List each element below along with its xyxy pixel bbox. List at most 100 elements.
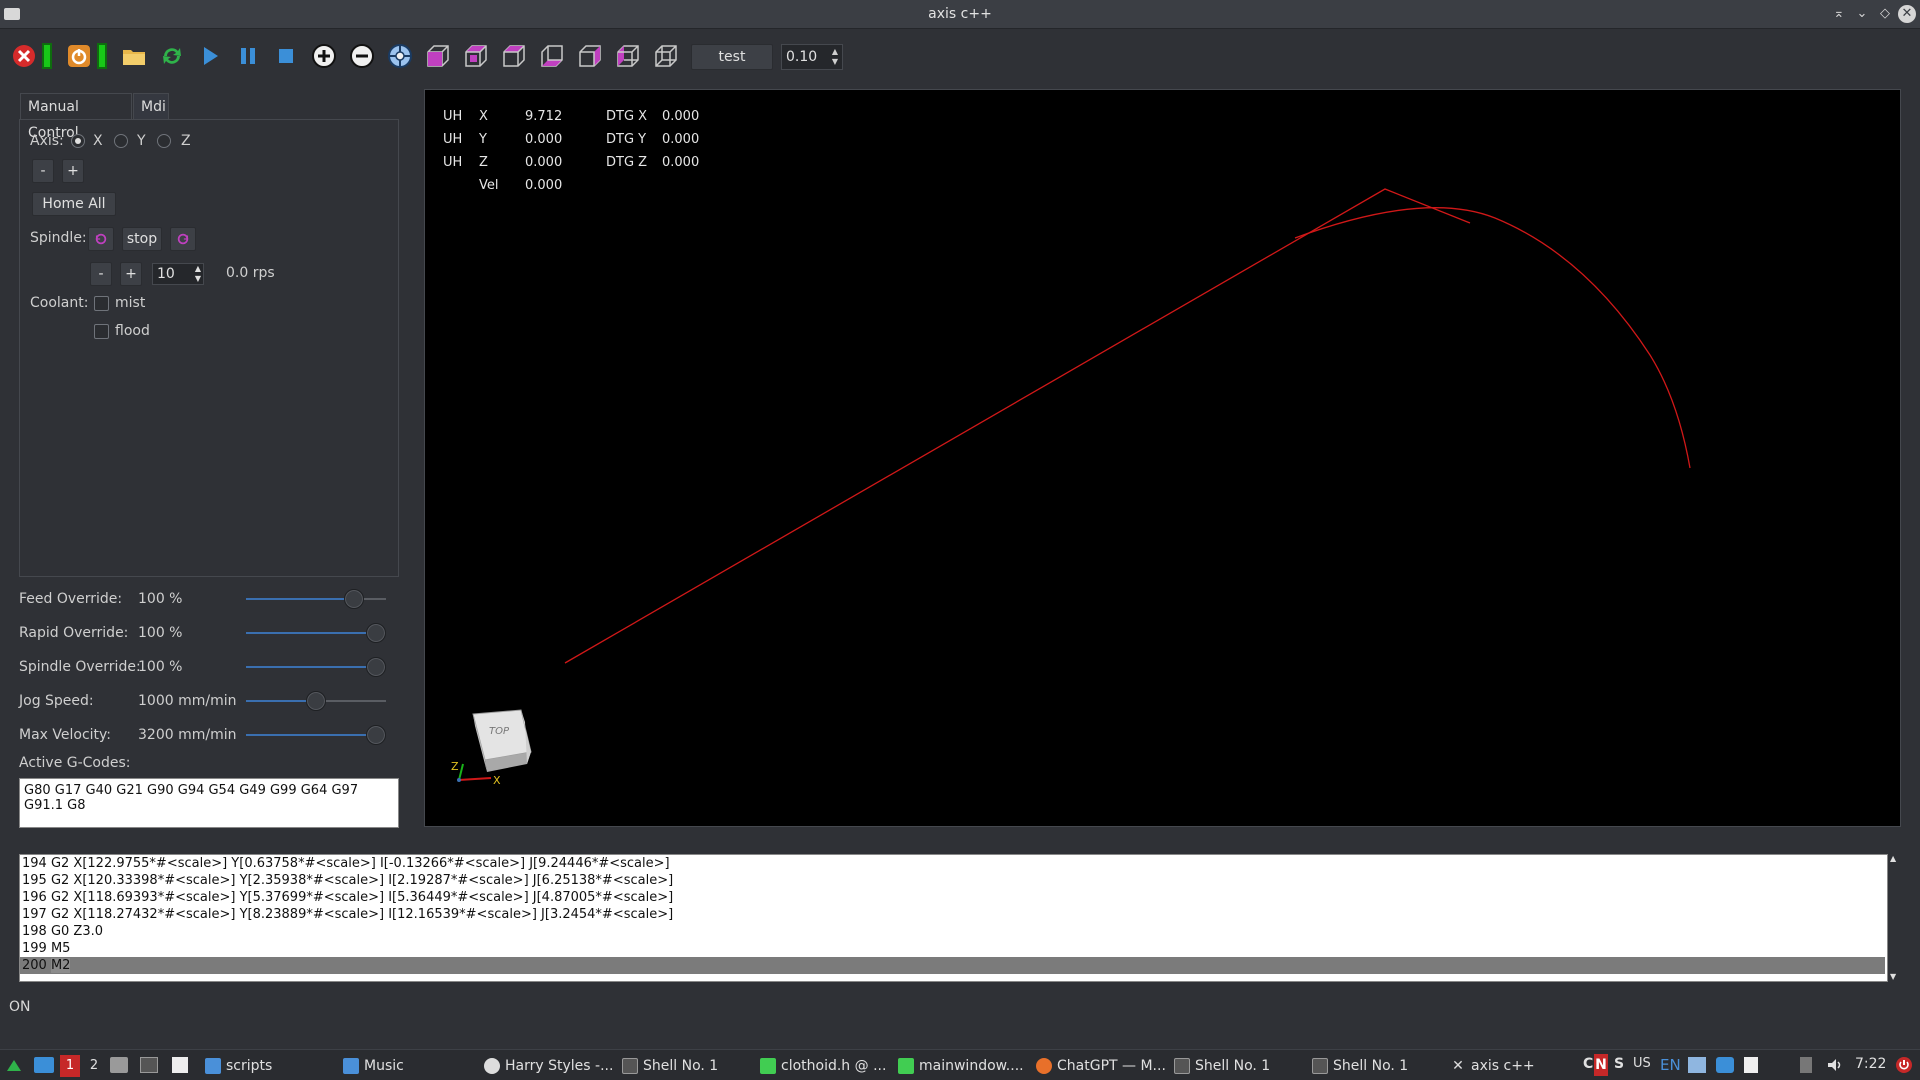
view-left-button[interactable] [613,41,643,71]
axis-label: Axis: [30,133,64,149]
text-editor-icon[interactable] [172,1057,188,1073]
tray-s[interactable]: S [1614,1056,1624,1072]
estop-icon [13,45,35,67]
dropbox-icon[interactable] [1716,1057,1734,1073]
spindle-ccw-button[interactable] [88,227,114,251]
keep-above-icon[interactable]: ⌅ [1830,5,1848,23]
qt-creator-icon [760,1058,776,1074]
list-item[interactable]: 196 G2 X[118.69393*#<scale>] Y[5.37699*#… [22,889,673,906]
spin-up-icon[interactable]: ▲ [830,47,840,57]
power-icon [68,45,90,67]
scroll-up-icon[interactable]: ▲ [1890,854,1896,863]
zoom-fit-button[interactable] [385,41,415,71]
axis-z-radio[interactable] [157,134,171,148]
slider-handle[interactable] [344,589,364,609]
taskbar-item-harry-styles[interactable]: Harry Styles -... [484,1056,613,1076]
battery-icon[interactable] [1800,1057,1812,1073]
spindle-minus-button[interactable]: - [90,262,112,286]
taskbar-item-clothoid[interactable]: clothoid.h @ ... [760,1056,886,1076]
play-icon [204,47,218,65]
maximize-icon[interactable]: ◇ [1876,5,1894,23]
pause-button[interactable] [233,41,263,71]
list-item[interactable]: 194 G2 X[122.9755*#<scale>] Y[0.63758*#<… [22,855,670,872]
spindle-plus-button[interactable]: + [120,262,142,286]
spindle-speed-spinbox[interactable]: 10 ▲ ▼ [152,263,204,285]
view-back-button[interactable] [651,41,681,71]
home-all-button[interactable]: Home All [32,192,116,216]
view-top-button[interactable] [461,41,491,71]
list-item[interactable]: 198 G0 Z3.0 [22,923,103,940]
toolpath-preview[interactable]: UH X 9.712 DTG X 0.000 UH Y 0.000 DTG Y … [424,89,1901,827]
spindle-spin-down-icon[interactable]: ▼ [195,274,201,284]
tray-input-method[interactable]: EN [1660,1056,1681,1074]
taskbar-item-chatgpt[interactable]: ChatGPT — M... [1036,1056,1166,1076]
taskbar-item-shell-2[interactable]: Shell No. 1 [1174,1056,1270,1076]
max-velocity-slider[interactable] [246,725,386,745]
tray-c[interactable]: C [1583,1056,1593,1072]
scroll-down-icon[interactable]: ▼ [1890,972,1896,981]
slider-handle[interactable] [366,725,386,745]
feed-override-slider[interactable] [246,589,386,609]
workspace-1[interactable]: 1 [60,1055,80,1077]
taskbar-item-scripts[interactable]: scripts [205,1056,272,1076]
listing-scrollbar[interactable]: ▲ ▼ [1888,854,1900,982]
flood-checkbox[interactable] [94,324,109,339]
tray-n[interactable]: N [1594,1054,1608,1076]
close-icon[interactable]: ✕ [1898,5,1916,23]
view-bottom-button[interactable] [537,41,567,71]
taskbar-item-shell-1[interactable]: Shell No. 1 [622,1056,718,1076]
slider-handle[interactable] [306,691,326,711]
start-menu-icon[interactable] [6,1057,22,1073]
spindle-stop-button[interactable]: stop [122,227,162,251]
program-name-button[interactable]: test [691,44,773,70]
run-button[interactable] [195,41,225,71]
estop-button[interactable] [9,41,39,71]
jog-speed-slider[interactable] [246,691,386,711]
axis-y-radio[interactable] [114,134,128,148]
rapid-override-slider[interactable] [246,623,386,643]
scale-spinbox[interactable]: 0.10 ▲ ▼ [781,44,843,70]
selected-list-item[interactable]: 200 M2 [20,957,1885,974]
slider-handle[interactable] [366,623,386,643]
open-file-button[interactable] [119,41,149,71]
view-iso-button[interactable] [423,41,453,71]
axis-y-label: Y [137,133,146,149]
view-right-button[interactable] [575,41,605,71]
clipboard-icon[interactable] [1744,1057,1758,1073]
list-item[interactable]: 195 G2 X[120.33398*#<scale>] Y[2.35938*#… [22,872,673,889]
network-icon[interactable] [1688,1057,1706,1073]
zoom-in-button[interactable] [309,41,339,71]
mist-checkbox[interactable] [94,296,109,311]
power-off-icon[interactable] [1895,1056,1913,1074]
reload-button[interactable] [157,41,187,71]
spin-down-icon[interactable]: ▼ [830,57,840,67]
spindle-spin-up-icon[interactable]: ▲ [195,264,201,274]
slider-handle[interactable] [366,657,386,677]
tab-mdi[interactable]: Mdi [133,93,169,119]
taskbar-item-shell-3[interactable]: Shell No. 1 [1312,1056,1408,1076]
spindle-cw-button[interactable] [170,227,196,251]
axis-x-radio[interactable] [71,134,85,148]
jog-plus-button[interactable]: + [62,159,84,183]
stop-button[interactable] [271,41,301,71]
machine-power-button[interactable] [64,41,94,71]
file-manager-icon[interactable] [110,1057,128,1073]
tab-manual-control[interactable]: Manual Control [20,93,132,141]
workspace-2[interactable]: 2 [84,1055,104,1077]
taskbar-item-music[interactable]: Music [343,1056,404,1076]
program-listing[interactable]: 194 G2 X[122.9755*#<scale>] Y[0.63758*#<… [19,854,1888,982]
view-cube[interactable]: TOP Z X [451,702,551,792]
zoom-out-button[interactable] [347,41,377,71]
volume-icon[interactable] [1826,1057,1842,1073]
list-item[interactable]: 197 G2 X[118.27432*#<scale>] Y[8.23889*#… [22,906,673,923]
spindle-override-slider[interactable] [246,657,386,677]
jog-minus-button[interactable]: - [32,159,54,183]
view-front-button[interactable] [499,41,529,71]
terminal-icon[interactable] [140,1057,158,1073]
minimize-icon[interactable]: ⌄ [1853,5,1871,23]
taskbar-item-axis[interactable]: ✕ axis c++ [1450,1056,1535,1076]
list-item[interactable]: 199 M5 [22,940,70,957]
taskbar-item-mainwindow[interactable]: mainwindow.... [898,1056,1024,1076]
tray-keyboard-layout[interactable]: US [1633,1056,1651,1071]
show-desktop-icon[interactable] [34,1057,54,1073]
